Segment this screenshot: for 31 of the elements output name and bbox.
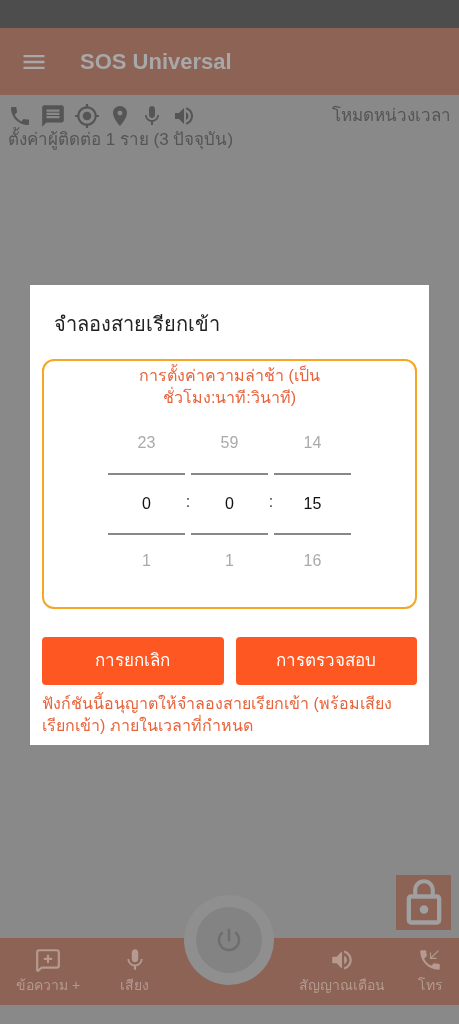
nav-item[interactable]: เสียง [120, 947, 150, 996]
wheel-value: 15 [303, 494, 322, 514]
wheel-value: 1 [142, 551, 151, 571]
wheel-value: 0 [225, 494, 234, 514]
speaker-icon [172, 104, 196, 128]
lock-button[interactable] [396, 875, 451, 930]
location-target-icon [74, 103, 100, 129]
nav-item[interactable]: ข้อความ + [16, 947, 81, 996]
picker-caption: การตั้งค่าความล่าช้า (เป็น ชั่วโมง:นาที:วินาที) [124, 365, 335, 409]
number-wheel[interactable]: 59 0 1 [191, 421, 268, 583]
phone-arrow-icon [417, 947, 443, 973]
wheel-value: 23 [137, 433, 156, 453]
dialog-title: จำลองสายเรียกเข้า [53, 312, 221, 337]
message-plus-icon [35, 947, 62, 973]
phone-icon [8, 104, 32, 128]
nav-item[interactable]: โทร [417, 947, 443, 996]
number-wheel[interactable]: 23 0 1 [108, 421, 185, 583]
wheel-value: 0 [142, 494, 151, 514]
dialog-button[interactable]: การตรวจสอบ [235, 637, 417, 685]
separator: : [185, 492, 191, 512]
dialog-note: ฟังก์ชันนี้อนุญาตให้จำลองสายเรียกเข้า (พร้อมเสียงเรียกเข้า) ภายในเวลาที่กำหนด [42, 693, 417, 737]
wheel-value: 16 [303, 551, 322, 571]
wheel-value: 1 [225, 551, 234, 571]
wheel-value: 14 [303, 433, 322, 453]
number-wheel[interactable]: 14 15 16 [274, 421, 351, 583]
separator: : [268, 492, 274, 512]
message-icon [40, 103, 66, 129]
nav-item[interactable]: สัญญาณเตือน [299, 947, 385, 996]
dialog-button[interactable]: การยกเลิก [42, 637, 224, 685]
wheel-value: 59 [220, 433, 239, 453]
app-title: SOS Universal [80, 48, 232, 76]
